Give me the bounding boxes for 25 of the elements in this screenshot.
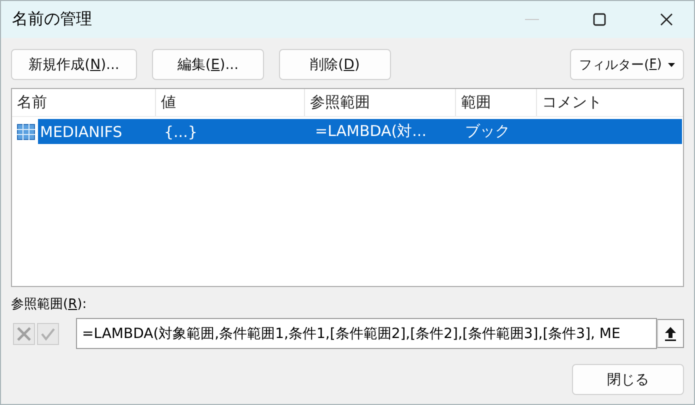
close-button[interactable]: 閉じる [572,364,684,395]
column-header[interactable]: コメント [537,89,682,116]
column-header[interactable]: 値 [156,89,305,116]
column-header[interactable]: 参照範囲 [305,89,456,116]
table-cell-text: MEDIANIFS [39,122,124,140]
field-label: 参照範囲(R): [11,296,88,313]
table-cell-text: =LAMBDA(対... [314,122,428,141]
maximize-icon[interactable] [593,13,606,26]
formula-field[interactable]: =LAMBDA(対象範囲,条件範囲1,条件1,[条件範囲2],[条件2],[条件範囲3],[条件3], ME [76,318,657,349]
action-button[interactable]: 新規作成(N)... [11,49,137,80]
table-cell-text: ブック [464,122,511,141]
collapse-button[interactable] [657,319,684,348]
window-title: 名前の管理 [12,9,92,30]
list-row[interactable]: MEDIANIFS {...} =LAMBDA(対... ブック [38,119,682,144]
action-button[interactable]: 削除(D) [279,49,391,80]
column-header[interactable]: 範囲 [456,89,537,116]
column-header[interactable]: 名前 [12,89,156,116]
close-icon[interactable] [660,13,673,26]
action-button[interactable]: 編集(E)... [152,49,264,80]
table-cell-text: {...} [163,122,198,140]
checkmark-icon[interactable] [37,322,59,344]
filter-button[interactable]: フィルター(F) [570,49,684,80]
caret-icon [668,62,675,66]
table-icon [17,124,35,140]
arrow-up-icon [665,326,676,340]
